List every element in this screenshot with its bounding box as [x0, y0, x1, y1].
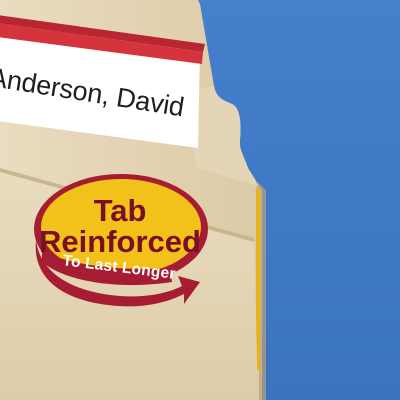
- file-folder-illustration: [0, 0, 266, 400]
- folder-yellow-edge: [256, 186, 260, 370]
- product-photo: Anderson, David Tab Reinforced To Last L…: [0, 0, 400, 400]
